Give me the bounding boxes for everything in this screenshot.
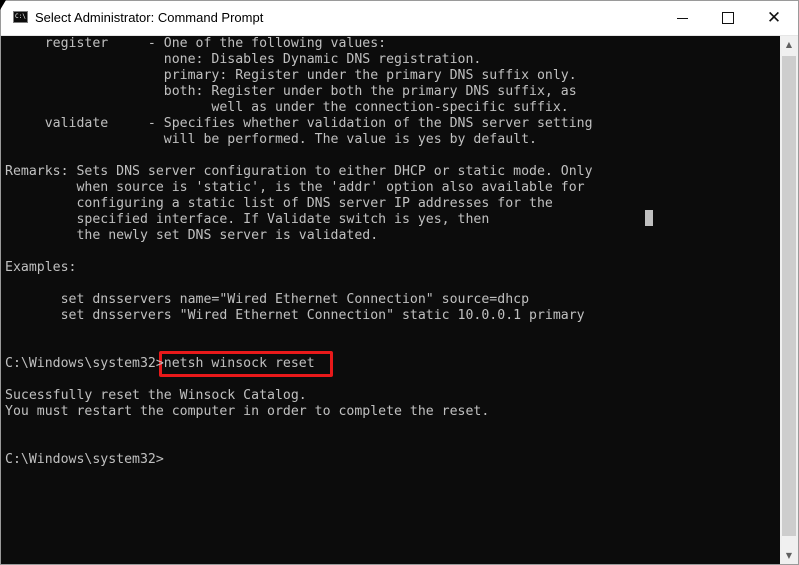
arrow-down-icon: ▼ [785,551,793,560]
console-line: the newly set DNS server is validated. [5,228,379,243]
maximize-icon [722,12,734,24]
close-icon: ✕ [766,8,782,28]
console-line: when source is 'static', is the 'addr' o… [5,180,585,195]
cmd-app-icon: C:\ [13,11,28,23]
console-line: specified interface. If Validate switch … [5,212,490,227]
command-prompt-window: C:\ Select Administrator: Command Prompt… [0,0,799,565]
window-title: Select Administrator: Command Prompt [35,10,264,25]
console-line: You must restart the computer in order t… [5,404,490,419]
console-line: C:\Windows\system32>netsh winsock reset [5,356,315,371]
scroll-down-button[interactable]: ▼ [780,547,798,564]
console-line: validate - Specifies whether validation … [5,116,593,131]
console-line: both: Register under both the primary DN… [5,84,577,99]
console-line: Sucessfully reset the Winsock Catalog. [5,388,307,403]
console-line: C:\Windows\system32> [5,452,164,467]
console-line: Remarks: Sets DNS server configuration t… [5,164,593,179]
scrollbar-thumb[interactable] [782,56,796,536]
console-line: well as under the connection-specific su… [5,100,569,115]
minimize-button[interactable] [659,1,705,35]
console-line: configuring a static list of DNS server … [5,196,553,211]
console-output[interactable]: register - One of the following values: … [1,36,780,564]
text-cursor [645,210,653,226]
scroll-up-button[interactable]: ▲ [780,36,798,53]
maximize-button[interactable] [705,1,751,35]
title-bar[interactable]: C:\ Select Administrator: Command Prompt… [1,1,798,36]
vertical-scrollbar[interactable]: ▲ ▼ [780,36,798,564]
console-line: primary: Register under the primary DNS … [5,68,577,83]
arrow-up-icon: ▲ [785,40,793,49]
console-line: set dnsservers "Wired Ethernet Connectio… [5,308,585,323]
mouse-pointer-icon [0,0,6,10]
console-line: will be performed. The value is yes by d… [5,132,537,147]
console-line: set dnsservers name="Wired Ethernet Conn… [5,292,530,307]
minimize-icon [676,17,688,19]
console-line: Examples: [5,260,77,275]
close-button[interactable]: ✕ [751,1,797,35]
console-line: register - One of the following values: [5,36,387,51]
console-line: none: Disables Dynamic DNS registration. [5,52,482,67]
